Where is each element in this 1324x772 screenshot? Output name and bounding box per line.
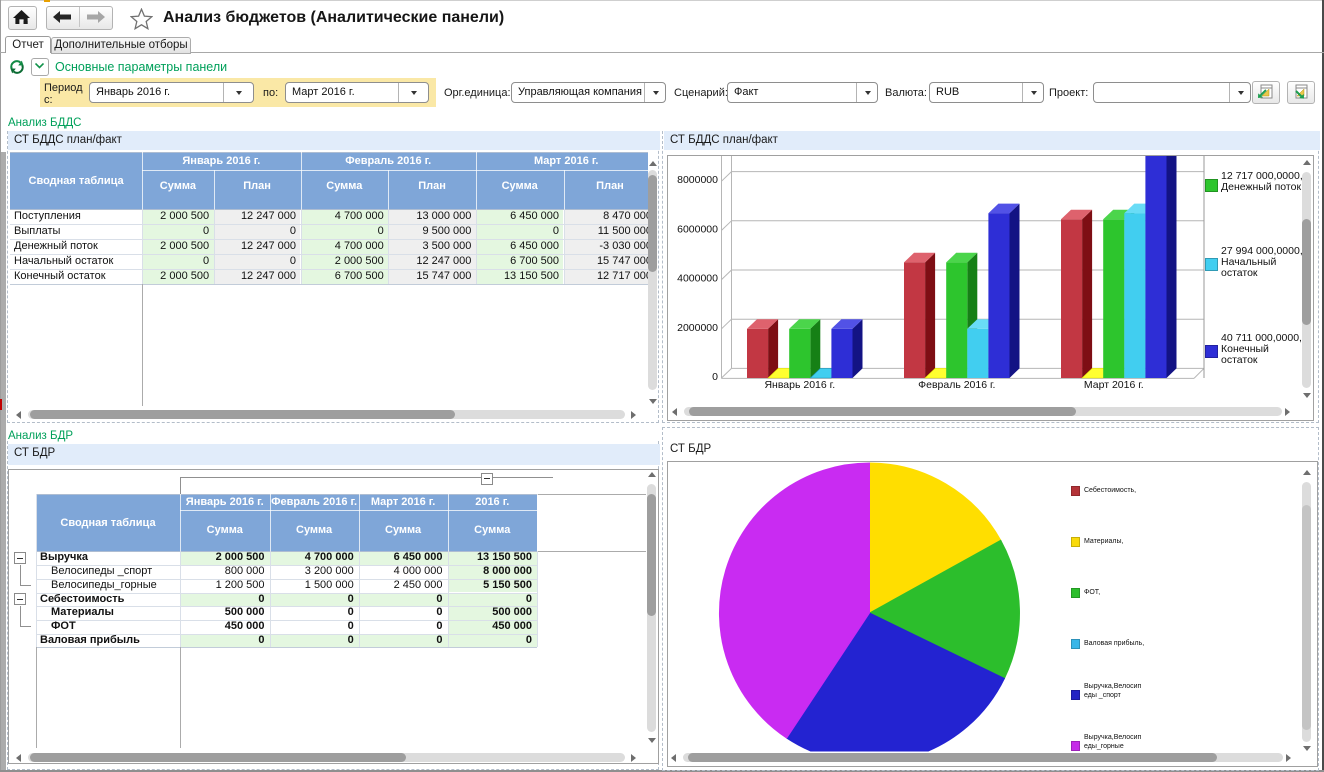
- svg-text:4000000: 4000000: [677, 273, 718, 285]
- svg-text:8000000: 8000000: [677, 174, 718, 186]
- svg-text:Январь 2016 г.: Январь 2016 г.: [764, 379, 835, 391]
- svg-text:Март 2016 г.: Март 2016 г.: [1084, 379, 1144, 391]
- svg-text:Февраль 2016 г.: Февраль 2016 г.: [918, 379, 995, 391]
- svg-text:6000000: 6000000: [677, 223, 718, 235]
- svg-text:2000000: 2000000: [677, 322, 718, 334]
- svg-text:0: 0: [712, 371, 718, 383]
